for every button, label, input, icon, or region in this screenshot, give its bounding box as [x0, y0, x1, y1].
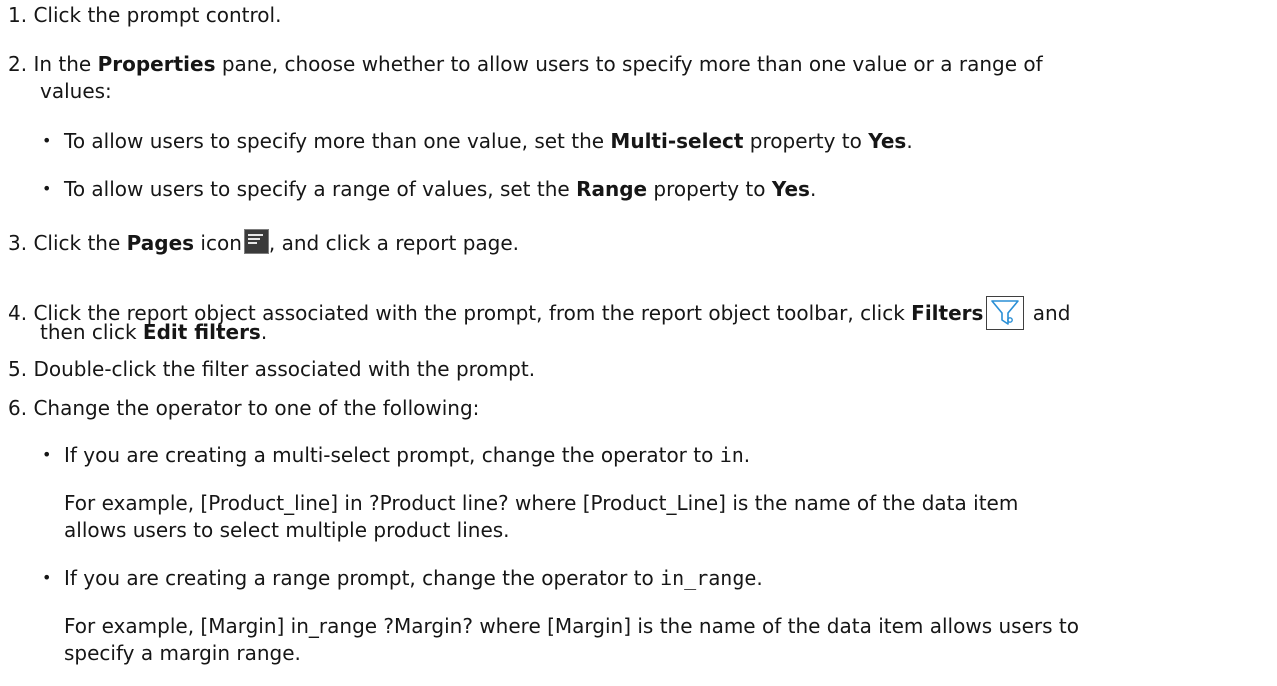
step-text: icon: [194, 231, 242, 255]
bullet-text: If you are creating a multi-select promp…: [64, 443, 720, 467]
operator-code: in_range: [660, 566, 757, 590]
example-text: allows users to select multiple product …: [64, 517, 510, 543]
ui-term-range: Range: [576, 177, 648, 201]
step-text: .: [260, 320, 268, 344]
step-number: 5.: [8, 357, 28, 381]
ui-term-yes: Yes: [771, 177, 810, 201]
ui-term-filters: Filters: [911, 301, 984, 325]
step-5: 5. Double-click the filter associated wi…: [8, 356, 535, 382]
example-text: For example, [Product_line] in ?Product …: [64, 490, 1018, 516]
bullet-text: .: [809, 177, 817, 201]
step-6-bullet-2: If you are creating a range prompt, chan…: [64, 565, 763, 591]
step-number: 4.: [8, 301, 28, 325]
ui-term-yes: Yes: [868, 129, 907, 153]
step-text: and: [1026, 301, 1071, 325]
pages-icon: [243, 229, 269, 254]
example-text-line: For example, [Margin] in_range ?Margin? …: [64, 614, 1079, 638]
example-text-line: For example, [Product_line] in ?Product …: [64, 491, 1019, 515]
step-3: 3. Click the Pages icon , and click a rep…: [8, 229, 519, 256]
step-2-bullet-2: To allow users to specify a range of val…: [64, 176, 816, 202]
example-text-line: allows users to select multiple product …: [64, 518, 510, 542]
bullet-marker: •: [42, 445, 52, 464]
step-text: pane, choose whether to allow users to s…: [215, 52, 1043, 76]
step-text: Click the prompt control.: [33, 3, 282, 27]
step-number: 1.: [8, 3, 28, 27]
step-2-continuation: values:: [40, 78, 112, 104]
step-text: then click: [40, 320, 143, 344]
step-2-bullet-1: To allow users to specify more than one …: [64, 128, 913, 154]
step-text: values:: [40, 79, 112, 103]
example-text-line: specify a margin range.: [64, 641, 301, 665]
bullet-text: property to: [647, 177, 772, 201]
example-text: specify a margin range.: [64, 640, 301, 666]
step-4-continuation: then click Edit filters.: [40, 319, 267, 345]
bullet-text: To allow users to specify a range of val…: [64, 177, 577, 201]
step-text: , and click a report page.: [268, 231, 519, 255]
bullet-text: .: [756, 566, 763, 590]
step-text: Double-click the filter associated with …: [33, 357, 536, 381]
step-text: Change the operator to one of the follow…: [33, 396, 480, 420]
ui-term-edit-filters: Edit filters: [142, 320, 261, 344]
document-page: 1. Click the prompt control. 2. In the P…: [0, 0, 1277, 686]
bullet-text: To allow users to specify more than one …: [64, 129, 611, 153]
bullet-marker: •: [42, 131, 52, 150]
step-number: 3.: [8, 231, 28, 255]
step-text: Click the: [33, 231, 127, 255]
step-number: 6.: [8, 396, 28, 420]
bullet-text: property to: [743, 129, 869, 153]
bullet-marker: •: [42, 568, 52, 587]
bullet-text: .: [906, 129, 913, 153]
bullet-text: .: [743, 443, 751, 467]
bullet-text: If you are creating a range prompt, chan…: [64, 566, 661, 590]
operator-code: in: [719, 443, 744, 467]
example-text: For example, [Margin] in_range ?Margin? …: [64, 613, 1079, 639]
ui-term-properties: Properties: [97, 52, 216, 76]
ui-term-pages: Pages: [126, 231, 195, 255]
step-text: In the: [33, 52, 98, 76]
step-6-bullet-1: If you are creating a multi-select promp…: [64, 442, 750, 468]
step-number: 2.: [8, 52, 28, 76]
step-2: 2. In the Properties pane, choose whethe…: [8, 51, 1043, 77]
bullet-marker: •: [42, 179, 52, 198]
filter-funnel-icon: [986, 296, 1025, 330]
ui-term-multi-select: Multi-select: [610, 129, 744, 153]
step-1: 1. Click the prompt control.: [8, 2, 281, 28]
step-6: 6. Change the operator to one of the fol…: [8, 395, 479, 421]
